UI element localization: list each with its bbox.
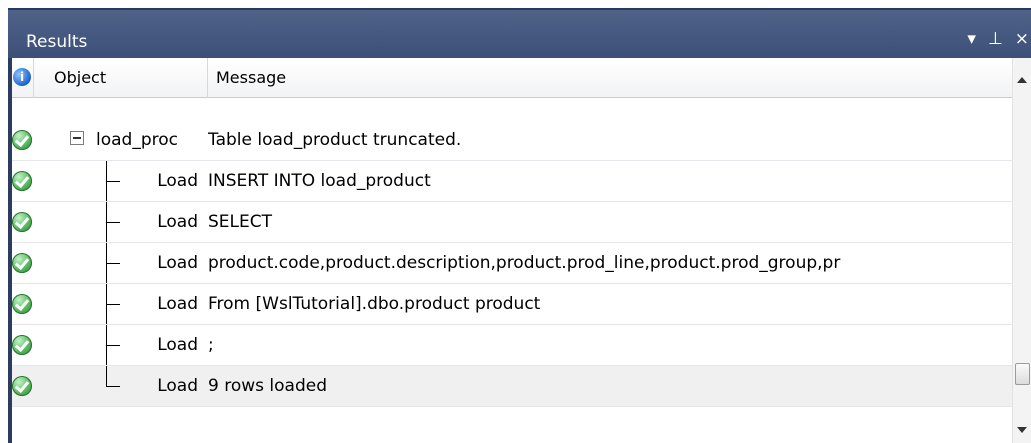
object-cell: Load <box>34 284 208 324</box>
close-icon[interactable]: × <box>1015 30 1029 48</box>
info-icon: i <box>13 68 31 86</box>
tree-line <box>106 366 107 387</box>
results-grid: i Object Message load_proc Table load_pr… <box>12 58 1031 443</box>
object-cell: Load <box>34 325 208 365</box>
object-label: Load <box>157 294 198 314</box>
table-row[interactable]: Load From [WslTutorial].dbo.product prod… <box>12 284 1012 325</box>
object-cell: Load <box>34 161 208 201</box>
collapse-icon[interactable] <box>70 131 84 145</box>
dropdown-icon[interactable]: ▾ <box>967 30 976 48</box>
object-label: Load <box>157 171 198 191</box>
success-icon <box>12 130 32 150</box>
tree-branch <box>106 222 120 223</box>
success-icon <box>12 212 32 232</box>
table-row[interactable]: Load INSERT INTO load_product <box>12 161 1012 202</box>
results-titlebar: Results ▾ ⊥ × <box>8 8 1031 58</box>
tree-branch <box>106 304 120 305</box>
message-column-header[interactable]: Message <box>208 58 1012 98</box>
object-cell: Load <box>34 243 208 283</box>
table-row[interactable]: load_proc Table load_product truncated. <box>12 120 1012 161</box>
status-column-header[interactable]: i <box>12 58 34 98</box>
scroll-down-icon[interactable] <box>1017 427 1027 433</box>
object-cell: Load <box>34 366 208 406</box>
grid-header: i Object Message <box>12 58 1012 98</box>
scroll-thumb[interactable] <box>1015 363 1030 385</box>
object-label: Load <box>157 253 198 273</box>
success-icon <box>12 171 32 191</box>
vertical-scrollbar[interactable] <box>1012 58 1031 443</box>
pin-icon[interactable]: ⊥ <box>988 30 1003 48</box>
object-label: Load <box>157 212 198 232</box>
object-column-header[interactable]: Object <box>34 58 208 98</box>
success-icon <box>12 294 32 314</box>
object-cell: Load <box>34 202 208 242</box>
panel-controls: ▾ ⊥ × <box>967 30 1029 48</box>
object-label: Load <box>157 335 198 355</box>
object-cell: load_proc <box>34 120 208 160</box>
tree-branch <box>106 386 120 387</box>
result-rows: load_proc Table load_product truncated. … <box>12 120 1012 407</box>
tree-branch <box>106 263 120 264</box>
message-cell: product.code,product.description,product… <box>208 253 841 273</box>
success-icon <box>12 335 32 355</box>
object-label: Load <box>157 376 198 396</box>
message-cell: SELECT <box>208 212 272 232</box>
message-cell: 9 rows loaded <box>208 376 327 396</box>
table-row[interactable]: Load ; <box>12 325 1012 366</box>
scroll-up-icon[interactable] <box>1017 77 1027 83</box>
success-icon <box>12 376 32 396</box>
table-row[interactable]: Load 9 rows loaded <box>12 366 1012 407</box>
table-row[interactable]: Load product.code,product.description,pr… <box>12 243 1012 284</box>
message-cell: INSERT INTO load_product <box>208 171 431 191</box>
tree-branch <box>106 345 120 346</box>
results-panel: Results ▾ ⊥ × i Object Message load_proc… <box>8 8 1031 443</box>
panel-title: Results <box>26 32 88 52</box>
success-icon <box>12 253 32 273</box>
message-cell: Table load_product truncated. <box>208 130 462 150</box>
tree-branch <box>106 181 120 182</box>
table-row[interactable]: Load SELECT <box>12 202 1012 243</box>
object-label: load_proc <box>96 130 178 150</box>
message-cell: ; <box>208 335 214 355</box>
message-cell: From [WslTutorial].dbo.product product <box>208 294 541 314</box>
